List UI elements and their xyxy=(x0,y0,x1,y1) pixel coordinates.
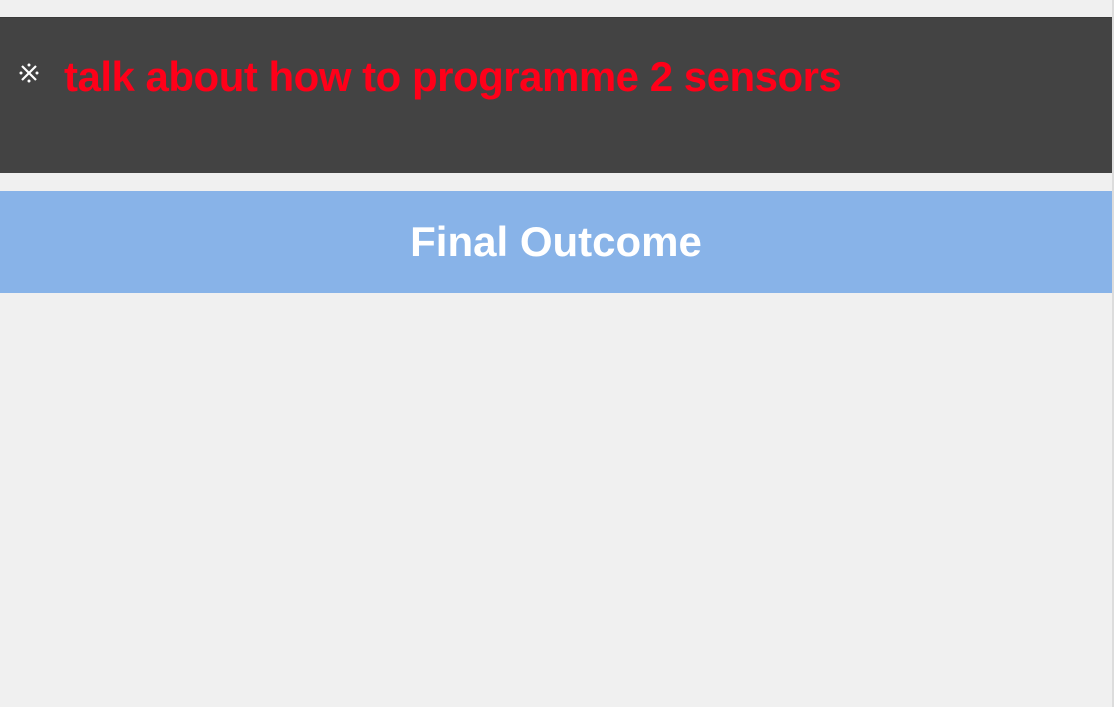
section-banner: Final Outcome xyxy=(0,191,1112,293)
close-icon[interactable] xyxy=(18,62,40,84)
header-bar: talk about how to programme 2 sensors xyxy=(0,17,1112,173)
banner-title: Final Outcome xyxy=(410,218,702,265)
page-title: talk about how to programme 2 sensors xyxy=(64,53,842,100)
